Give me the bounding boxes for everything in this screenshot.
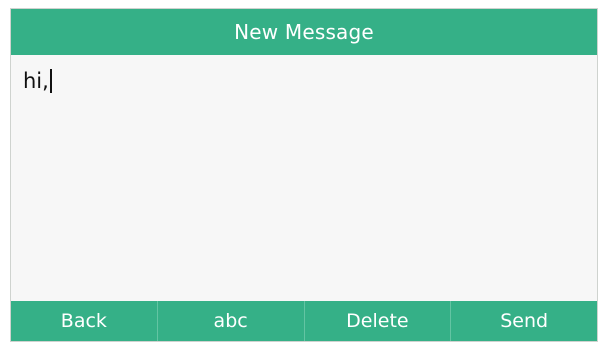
delete-button[interactable]: Delete (305, 301, 452, 341)
phone-screen: New Message hi, Back abc Delete Send (10, 8, 598, 342)
title-bar: New Message (11, 9, 597, 55)
text-cursor (49, 69, 52, 93)
input-mode-button[interactable]: abc (158, 301, 305, 341)
send-button[interactable]: Send (451, 301, 597, 341)
softkey-bar: Back abc Delete Send (11, 301, 597, 341)
message-input-area[interactable]: hi, (11, 55, 597, 303)
message-text: hi, (23, 69, 49, 93)
message-editor[interactable]: hi, (23, 69, 52, 93)
page-title: New Message (234, 20, 374, 44)
back-button[interactable]: Back (11, 301, 158, 341)
